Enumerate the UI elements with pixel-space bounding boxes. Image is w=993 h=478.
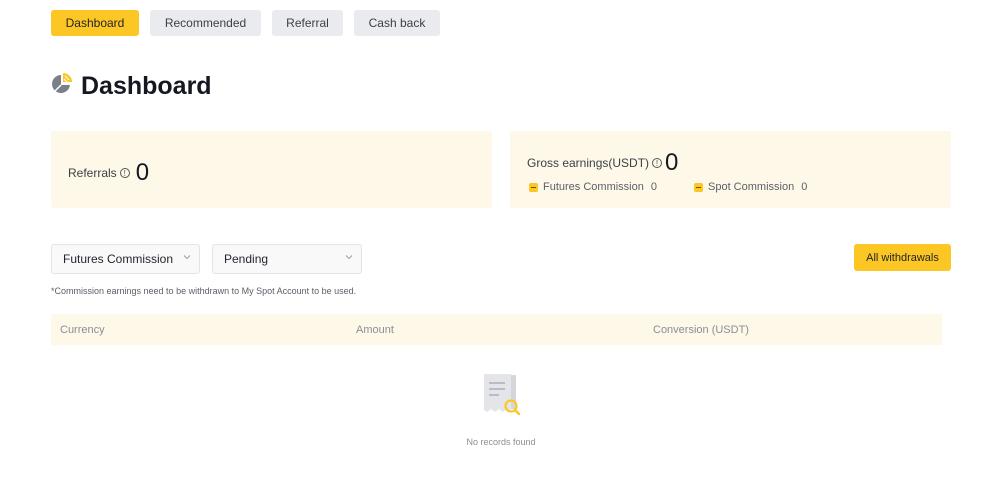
earnings-value: 0 xyxy=(665,149,679,176)
referrals-value: 0 xyxy=(135,159,150,186)
tab-cash-back[interactable]: Cash back xyxy=(354,10,440,36)
coin-icon xyxy=(529,182,538,192)
referrals-label: Referrals xyxy=(68,166,117,180)
pie-chart-icon xyxy=(51,72,73,101)
spot-commission-value: 0 xyxy=(801,181,808,193)
tab-dashboard[interactable]: Dashboard xyxy=(51,10,139,36)
chevron-down-icon xyxy=(345,255,353,260)
spot-commission-label: Spot Commission xyxy=(708,181,795,193)
empty-state: No records found xyxy=(463,372,539,447)
futures-commission-label: Futures Commission xyxy=(543,181,644,193)
table-header: Currency Amount Conversion (USDT) xyxy=(51,314,942,345)
earnings-card: Gross earnings(USDT) ! 0 Futures Commiss… xyxy=(510,131,951,208)
tab-recommended[interactable]: Recommended xyxy=(150,10,261,36)
info-icon[interactable]: ! xyxy=(119,168,130,178)
tab-bar: Dashboard Recommended Referral Cash back xyxy=(51,10,440,36)
chevron-down-icon xyxy=(183,255,191,260)
tab-referral[interactable]: Referral xyxy=(272,10,343,36)
commission-type-value: Futures Commission xyxy=(63,252,174,266)
column-amount: Amount xyxy=(356,324,394,336)
spot-commission-item: Spot Commission 0 xyxy=(694,181,807,193)
page-title: Dashboard xyxy=(81,72,212,100)
all-withdrawals-button[interactable]: All withdrawals xyxy=(854,244,951,271)
column-currency: Currency xyxy=(60,324,105,336)
status-select[interactable]: Pending xyxy=(212,244,362,274)
info-icon[interactable]: ! xyxy=(652,158,663,168)
coin-icon xyxy=(694,182,703,192)
empty-state-text: No records found xyxy=(466,437,536,447)
referrals-card: Referrals ! 0 xyxy=(51,131,492,208)
withdraw-note: *Commission earnings need to be withdraw… xyxy=(51,286,357,296)
status-value: Pending xyxy=(224,252,269,266)
futures-commission-value: 0 xyxy=(650,181,657,193)
no-records-icon xyxy=(484,374,521,416)
page-header: Dashboard xyxy=(51,72,212,101)
earnings-label: Gross earnings(USDT) xyxy=(527,156,650,170)
futures-commission-item: Futures Commission 0 xyxy=(529,181,657,193)
column-conversion: Conversion (USDT) xyxy=(653,324,749,336)
commission-type-select[interactable]: Futures Commission xyxy=(51,244,200,274)
